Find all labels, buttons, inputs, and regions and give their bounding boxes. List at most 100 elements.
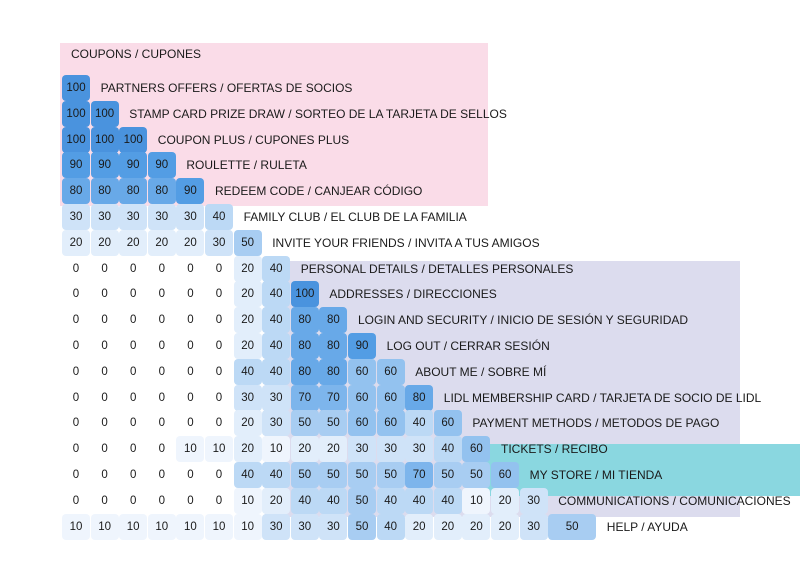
matrix-cell: 0: [129, 417, 137, 430]
row-label: PARTNERS OFFERS / OFERTAS DE SOCIOS: [100, 81, 353, 95]
matrix-cell: 0: [158, 262, 165, 275]
heatmap-canvas: COUPONS / CUPONES 100 PARTNERS OFFERS / OF…: [0, 0, 800, 582]
matrix-cell: 40: [233, 462, 262, 488]
matrix-cell: 20: [176, 229, 205, 256]
row-label: COMMUNICATIONS / COMUNICACIONES: [558, 493, 791, 508]
matrix-cell: 0: [187, 365, 194, 378]
matrix-row: 90 90 90 90 ROULETTE / RULETA: [0, 152, 800, 179]
matrix-row: 20 20 20 20 20 30 50 INVITE YOUR FRIENDS / INVI…: [0, 229, 800, 256]
matrix-cell: 20: [233, 281, 262, 308]
matrix-cell: 0: [72, 417, 80, 430]
matrix-cell: 100: [90, 100, 119, 127]
matrix-cell: 20: [319, 436, 348, 463]
matrix-cell: 0: [215, 417, 223, 430]
matrix-cell: 20: [433, 513, 462, 540]
matrix-cell: 10: [119, 513, 148, 540]
matrix-cell: 30: [405, 436, 434, 463]
matrix-cell: 30: [376, 436, 405, 463]
matrix-cell: 0: [72, 365, 80, 378]
matrix-cell: 30: [319, 513, 348, 540]
matrix-cell: 20: [147, 229, 176, 256]
matrix-cell: 40: [262, 281, 291, 308]
row-label: TICKETS / RECIBO: [501, 442, 608, 457]
matrix-cell: 80: [290, 307, 319, 334]
matrix-cell: 60: [462, 436, 491, 463]
matrix-row: 100 100 100 COUPON PLUS / CUPONES PLUS: [0, 126, 800, 153]
row-label: REDEEM CODE / CANJEAR CÓDIGO: [215, 184, 423, 199]
matrix-cell: 10: [233, 513, 262, 540]
matrix-cell: 30: [176, 204, 205, 230]
matrix-cell: 50: [348, 513, 376, 540]
row-label: PERSONAL DETAILS / DETALLES PERSONALES: [300, 261, 574, 276]
matrix-cell: 20: [233, 410, 262, 437]
matrix-cell: 20: [119, 229, 148, 256]
matrix-cell: 50: [376, 462, 405, 488]
row-label: ADDRESSES / DIRECCIONES: [329, 287, 497, 302]
matrix-cell: 30: [262, 410, 291, 437]
matrix-cell: 10: [262, 436, 291, 463]
matrix-cell: 0: [101, 288, 108, 301]
matrix-cell: 60: [433, 410, 462, 437]
matrix-cell: 20: [233, 255, 262, 282]
matrix-cell: 40: [405, 410, 434, 437]
matrix-cell: 0: [187, 288, 194, 301]
matrix-cell: 0: [129, 314, 137, 327]
matrix-cell: 0: [187, 391, 194, 404]
matrix-cell: 10: [90, 513, 119, 540]
matrix-cell: 0: [72, 288, 80, 301]
matrix-cell: 100: [62, 100, 90, 127]
matrix-cell: 60: [348, 410, 376, 437]
matrix-cell: 0: [101, 494, 108, 507]
matrix-row: 0 0 0 0 0 0 20 40 PERSONAL DETAILS / DETALLES PE…: [0, 255, 800, 282]
matrix-row: 0 0 0 0 0 0 40 40 80 80 60 60 ABOUT ME / SOBRE MÍ: [0, 358, 800, 385]
matrix-cell: 60: [376, 410, 405, 437]
matrix-cell: 0: [129, 494, 137, 507]
matrix-cell: 0: [101, 443, 108, 456]
matrix-row: 0 0 0 0 0 0 20 40 80 80 LOGIN AND SECURITY / INICI…: [0, 307, 800, 334]
matrix-cell: 80: [319, 307, 348, 334]
matrix-cell: 0: [72, 391, 80, 404]
matrix-cell: 0: [72, 494, 80, 507]
matrix-cell: 60: [376, 384, 405, 411]
matrix-cell: 30: [62, 204, 90, 230]
matrix-row: 80 80 80 80 90 REDEEM CODE / CANJEAR CÓDIGO: [0, 178, 800, 205]
matrix-cell: 80: [319, 358, 348, 385]
matrix-cell: 50: [290, 462, 319, 488]
matrix-cell: 0: [101, 314, 108, 327]
row-label: LOG OUT / CERRAR SESIÓN: [386, 339, 550, 353]
matrix-cell: 70: [405, 462, 434, 488]
matrix-cell: 0: [101, 340, 108, 352]
row-label: PAYMENT METHODS / METODOS DE PAGO: [472, 416, 720, 431]
matrix-cell: 0: [72, 314, 80, 327]
matrix-cell: 80: [405, 384, 434, 411]
matrix-cell: 10: [205, 436, 233, 463]
matrix-row: 30 30 30 30 30 40 FAMILY CLUB / EL CLUB DE LA …: [0, 204, 800, 230]
row-label: LIDL MEMBERSHIP CARD / TARJETA DE SOCIO …: [443, 390, 762, 405]
matrix-cell: 0: [158, 494, 165, 507]
matrix-cell: 50: [290, 410, 319, 437]
matrix-row: 100 100 STAMP CARD PRIZE DRAW / SORTEO DE …: [0, 100, 800, 127]
matrix-cell: 30: [348, 436, 376, 463]
matrix-cell: 0: [215, 314, 223, 327]
matrix-cell: 100: [90, 126, 119, 153]
matrix-cell: 40: [205, 204, 233, 230]
matrix-cell: 10: [462, 487, 491, 514]
matrix-cell: 0: [101, 417, 108, 430]
matrix-row: 0 0 0 0 0 0 20 30 50 50 60 60 40 60 PAYMENT METHODS / …: [0, 410, 800, 437]
matrix-cell: 0: [72, 340, 80, 352]
matrix-cell: 80: [119, 178, 148, 205]
matrix-cell: 20: [491, 487, 519, 514]
matrix-cell: 90: [348, 333, 376, 359]
matrix-cell: 20: [233, 436, 262, 463]
matrix-cell: 60: [376, 358, 405, 385]
row-label: COUPON PLUS / CUPONES PLUS: [157, 132, 350, 147]
matrix-cell: 20: [462, 513, 491, 540]
matrix-cell: 40: [262, 307, 291, 334]
matrix-cell: 0: [72, 262, 80, 275]
matrix-cell: 20: [262, 487, 291, 514]
matrix-cell: 50: [348, 487, 376, 514]
matrix-cell: 60: [491, 462, 519, 488]
matrix-cell: 0: [215, 288, 223, 301]
matrix-cell: 50: [319, 462, 348, 488]
matrix-cell: 40: [433, 487, 462, 514]
